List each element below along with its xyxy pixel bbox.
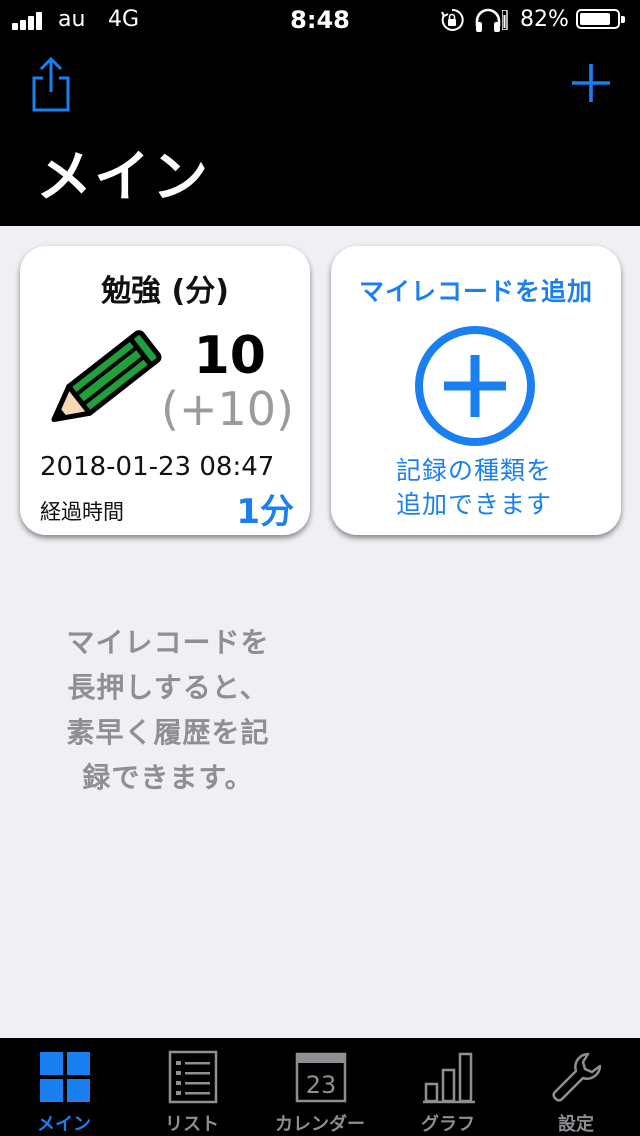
hint-line: マイレコードを xyxy=(66,626,270,659)
add-my-record-card[interactable]: マイレコードを追加 記録の種類を 追加できます xyxy=(331,246,621,535)
wrench-icon xyxy=(552,1052,602,1102)
share-icon xyxy=(32,56,70,112)
add-button[interactable] xyxy=(568,60,614,106)
page-title: メイン xyxy=(36,145,210,210)
tab-label: リスト xyxy=(165,1114,219,1135)
headphones-icon xyxy=(475,8,501,32)
battery-percentage: 82% xyxy=(520,7,569,32)
bar-chart-icon xyxy=(423,1052,475,1104)
tab-label: 設定 xyxy=(558,1114,594,1135)
elapsed-time-value: 1分 xyxy=(236,492,294,532)
elapsed-time-label: 経過時間 xyxy=(40,500,124,524)
list-icon xyxy=(168,1050,218,1104)
calendar-day: 23 xyxy=(306,1071,337,1099)
add-record-description-line2: 追加できます xyxy=(395,490,552,519)
hint-line: 素早く履歴を記 xyxy=(66,716,270,749)
tab-calendar[interactable]: 23 カレンダー xyxy=(256,1038,384,1136)
navigation-bar: au 4G 8:48 82% メイン xyxy=(0,0,640,226)
calendar-icon: 23 xyxy=(295,1052,347,1103)
tab-graph[interactable]: グラフ xyxy=(384,1038,512,1136)
add-record-description-line1: 記録の種類を xyxy=(395,456,552,485)
status-bar: au 4G 8:48 82% xyxy=(0,0,640,40)
add-record-title: マイレコードを追加 xyxy=(358,277,593,306)
rotation-lock-icon xyxy=(441,8,464,31)
record-value: 10 xyxy=(193,326,266,386)
tab-list[interactable]: リスト xyxy=(128,1038,256,1136)
hint-line: 録できます。 xyxy=(82,761,254,794)
long-press-hint: マイレコードを 長押しすると、 素早く履歴を記 録できます。 xyxy=(50,620,286,800)
add-record-description: 記録の種類を 追加できます xyxy=(331,454,617,522)
plus-icon xyxy=(572,64,610,102)
tab-settings[interactable]: 設定 xyxy=(512,1038,640,1136)
record-title: 勉強 (分) xyxy=(101,274,229,309)
tab-bar: メイン リスト 23 カレンダー グラフ 設定 xyxy=(0,1038,640,1136)
tab-label: カレンダー xyxy=(275,1114,365,1135)
tab-label: グラフ xyxy=(421,1114,475,1135)
share-button[interactable] xyxy=(26,56,76,114)
grid-icon xyxy=(40,1052,90,1102)
location-indicator-icon xyxy=(502,10,508,30)
tab-label: メイン xyxy=(37,1114,91,1135)
pencil-icon xyxy=(51,330,162,423)
hint-line: 長押しすると、 xyxy=(67,671,269,704)
record-datetime: 2018-01-23 08:47 xyxy=(40,452,275,482)
plus-circle-icon xyxy=(415,326,535,446)
record-delta: (+10) xyxy=(161,382,294,436)
tab-main[interactable]: メイン xyxy=(0,1038,128,1136)
battery-icon xyxy=(576,9,625,29)
record-card-study[interactable]: 勉強 (分) 10 (+10) 2018-01-23 08:47 経過時間 1分 xyxy=(20,246,310,535)
